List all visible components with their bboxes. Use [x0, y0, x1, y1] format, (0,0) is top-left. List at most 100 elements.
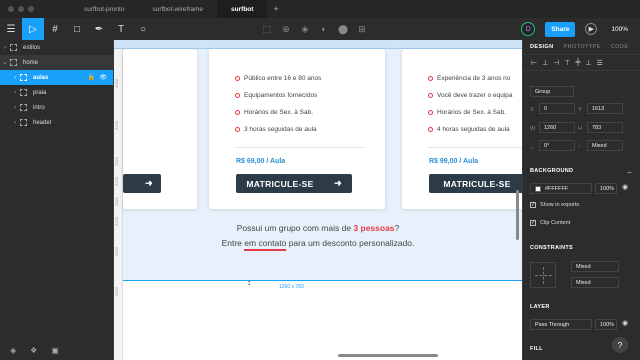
eye-icon[interactable]: ◉: [622, 319, 628, 327]
checkbox-checked[interactable]: ✓: [530, 202, 536, 208]
zoom-level-dropdown[interactable]: 100%: [611, 26, 628, 33]
align-middle-icon[interactable]: ╪: [575, 59, 580, 66]
clip-content-checkbox[interactable]: ✓ Clip Content: [530, 220, 570, 226]
assets-icon[interactable]: ❖: [30, 346, 37, 355]
vertical-scrollbar[interactable]: [516, 190, 519, 240]
checkbox-label: Clip Content: [540, 220, 571, 226]
price-label: R$ 99,00 / Aula: [429, 158, 479, 165]
align-bottom-icon[interactable]: ⊥: [585, 59, 591, 67]
unlock-icon[interactable]: 🔓: [88, 74, 95, 81]
close-window-dot[interactable]: [8, 6, 14, 12]
layer-label: home: [23, 59, 39, 66]
frame-type-dropdown[interactable]: Group: [530, 86, 574, 97]
user-avatar[interactable]: D: [521, 22, 536, 36]
ruler-label: 3180: [114, 197, 119, 206]
cta-text: Possui um grupo com mais de: [236, 223, 354, 233]
tab-surfbot-pronto[interactable]: surfbot-pronto: [70, 0, 138, 18]
y-field[interactable]: 1613: [587, 103, 623, 114]
chevron-right-icon[interactable]: ›: [0, 45, 10, 51]
tab-design[interactable]: DESIGN: [530, 44, 554, 50]
tab-prototype[interactable]: PROTOTYPE: [564, 44, 601, 50]
create-component-icon[interactable]: ◈: [300, 24, 310, 35]
frame-tool-icon[interactable]: #: [44, 18, 66, 40]
eye-icon[interactable]: ◉: [622, 183, 628, 191]
frame-icon: [10, 59, 17, 66]
layer-home[interactable]: ⌄ home: [0, 55, 113, 70]
layer-aulas[interactable]: › aulas 🔓 👁: [0, 70, 113, 85]
layers-icon[interactable]: ◈: [10, 346, 16, 355]
remove-background-icon[interactable]: −: [627, 168, 632, 177]
share-button[interactable]: Share: [545, 21, 576, 37]
frame-icon: [20, 89, 27, 96]
eye-icon[interactable]: 👁: [99, 74, 107, 81]
constraint-widget[interactable]: [530, 262, 556, 288]
alignment-row: ⊢ ⊥ ⊣ ⊤ ╪ ⊥ ☰: [523, 55, 640, 71]
height-field[interactable]: 783: [587, 122, 623, 133]
background-color-field[interactable]: #FFFFFF: [530, 183, 592, 194]
align-left-icon[interactable]: ⊢: [531, 59, 537, 67]
cta-text: Entre: [221, 238, 245, 248]
boolean-icon[interactable]: ⊞: [357, 24, 367, 35]
present-play-icon[interactable]: ▶: [585, 23, 598, 35]
layer-header[interactable]: › header: [0, 115, 113, 130]
radius-field[interactable]: Mixed: [587, 140, 623, 151]
ruler-label: 3150: [114, 247, 119, 256]
chevron-right-icon[interactable]: ›: [10, 90, 20, 96]
new-tab-button[interactable]: +: [267, 4, 284, 14]
resize-cursor-icon[interactable]: ↕: [247, 278, 251, 287]
fill-icon[interactable]: ⬤: [338, 24, 348, 35]
pages-icon[interactable]: ▣: [51, 346, 59, 355]
width-field[interactable]: 1260: [539, 122, 575, 133]
ruler-label: 3150: [114, 157, 119, 166]
ruler-label: 3190: [114, 121, 119, 130]
maximize-window-dot[interactable]: [28, 6, 34, 12]
pen-tool-icon[interactable]: ✒: [88, 18, 110, 40]
checkbox-checked[interactable]: ✓: [530, 220, 536, 226]
tab-surfbot[interactable]: surfbot: [217, 0, 268, 18]
comment-tool-icon[interactable]: ○: [132, 18, 154, 40]
contact-link[interactable]: em contato: [244, 238, 287, 251]
help-button[interactable]: ?: [612, 337, 628, 353]
shape-tool-icon[interactable]: □: [66, 18, 88, 40]
horizontal-scrollbar[interactable]: [338, 354, 438, 357]
rotation-field[interactable]: 0°: [539, 140, 575, 151]
align-right-icon[interactable]: ⊣: [553, 59, 559, 67]
show-in-exports-checkbox[interactable]: ✓ Show in exports: [530, 202, 579, 208]
component-icon[interactable]: ⬚: [262, 24, 272, 35]
chevron-right-icon[interactable]: ›: [10, 105, 20, 111]
move-tool-icon[interactable]: ▷: [22, 18, 44, 40]
constraint-horizontal-dropdown[interactable]: Mixed: [571, 261, 619, 272]
enroll-button-right[interactable]: MATRICULE-SE: [429, 174, 522, 193]
chevron-right-icon[interactable]: ›: [10, 120, 20, 126]
tab-code[interactable]: CODE: [611, 44, 629, 50]
chevron-down-icon[interactable]: ⌄: [0, 59, 10, 66]
color-swatch[interactable]: [535, 185, 541, 192]
design-canvas[interactable]: 3090 3190 3150 3120 3180 3200 3150 3400 …: [114, 40, 522, 360]
contrast-icon[interactable]: ◐: [319, 24, 329, 34]
toolbar-right: D Share ▶ 100%: [521, 18, 640, 40]
blend-mode-dropdown[interactable]: Pass Through: [530, 319, 592, 330]
layer-praia[interactable]: › praia: [0, 85, 113, 100]
mask-icon[interactable]: ⊕: [281, 24, 291, 35]
distribute-icon[interactable]: ☰: [597, 59, 603, 67]
menu-icon[interactable]: ☰: [0, 18, 22, 40]
tab-surfbot-wireframe[interactable]: surfbot-wireframe: [138, 0, 217, 18]
layer-estilos[interactable]: › estilos: [0, 40, 113, 55]
align-top-icon[interactable]: ⊤: [564, 59, 570, 67]
chevron-right-icon[interactable]: ›: [10, 75, 20, 81]
minimize-window-dot[interactable]: [18, 6, 24, 12]
layer-opacity-field[interactable]: 100%: [595, 319, 617, 330]
align-center-h-icon[interactable]: ⊥: [542, 59, 548, 67]
constraint-vertical-dropdown[interactable]: Mixed: [571, 277, 619, 288]
x-field[interactable]: 0: [539, 103, 575, 114]
contact-line: Entre em contato para um desconto person…: [114, 238, 522, 251]
left-ruler: 3090 3190 3150 3120 3180 3200 3150 3400: [114, 49, 123, 360]
enroll-button-middle[interactable]: MATRICULE-SE ➜: [236, 174, 352, 193]
pricing-card-middle: Público entre 16 e 80 anos Equipamentos …: [209, 49, 385, 209]
pricing-card-left: ➜: [123, 49, 197, 209]
text-tool-icon[interactable]: T: [110, 18, 132, 40]
layer-intro[interactable]: › intro: [0, 100, 113, 115]
background-opacity-field[interactable]: 100%: [595, 183, 617, 194]
enroll-button-left[interactable]: ➜: [123, 174, 161, 193]
frame-icon: [20, 104, 27, 111]
